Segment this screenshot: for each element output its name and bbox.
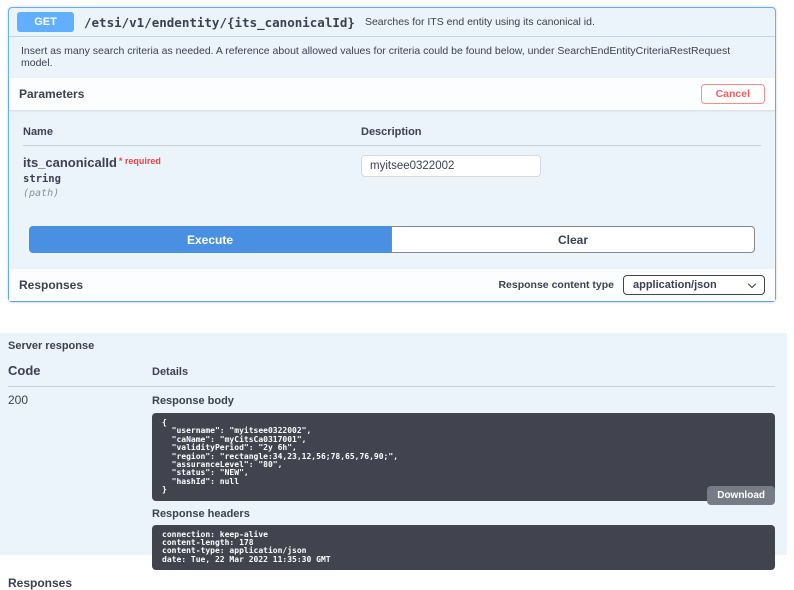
column-header-description: Description [361, 126, 422, 138]
response-status-code: 200 [8, 393, 152, 570]
parameters-section-header: Parameters Cancel [9, 78, 775, 110]
response-headers-label: Response headers [152, 508, 775, 520]
parameter-location: (path) [23, 188, 361, 199]
endpoint-summary: Searches for ITS end entity using its ca… [365, 16, 595, 28]
cancel-button[interactable]: Cancel [701, 84, 765, 104]
parameters-table-header: Name Description [23, 120, 761, 146]
response-details-cell: Response body { "username": "myitsee0322… [152, 393, 775, 570]
column-header-code: Code [8, 363, 152, 378]
download-button[interactable]: Download [707, 486, 775, 505]
response-content-type-select[interactable]: application/json [623, 275, 765, 295]
execute-button-group: Execute Clear [29, 226, 755, 253]
responses-section-header: Responses Response content type applicat… [9, 269, 775, 301]
http-method-badge: GET [17, 12, 74, 32]
server-response-table-header: Code Details [8, 363, 775, 387]
chevron-down-icon [748, 279, 756, 287]
responses-title: Responses [19, 278, 83, 292]
response-content-type-value: application/json [633, 279, 717, 291]
parameter-name-cell: its_canonicalId* required string (path) [23, 155, 361, 199]
operation-summary[interactable]: GET /etsi/v1/endentity/{its_canonicalId}… [9, 8, 775, 37]
execute-button[interactable]: Execute [29, 226, 391, 253]
operation-block-get: GET /etsi/v1/endentity/{its_canonicalId}… [8, 7, 776, 302]
response-body-label: Response body [152, 395, 775, 407]
responses-footer-title: Responses [8, 570, 775, 590]
parameter-type: string [23, 173, 361, 185]
server-response-row: 200 Response body { "username": "myitsee… [8, 387, 775, 570]
required-badge: * required [119, 156, 161, 166]
column-header-details: Details [152, 366, 188, 378]
response-body-code: { "username": "myitsee0322002", "caName"… [162, 419, 765, 495]
response-content-type-wrap: Response content type application/json [498, 275, 765, 295]
response-headers-code: connection: keep-alive content-length: 1… [162, 531, 765, 565]
response-body-block: { "username": "myitsee0322002", "caName"… [152, 413, 775, 501]
server-response-section: Server response Code Details 200 Respons… [0, 333, 787, 555]
parameter-row: its_canonicalId* required string (path) [23, 146, 761, 199]
parameter-name: its_canonicalId* required [23, 155, 361, 170]
operation-description: Insert as many search criteria as needed… [9, 37, 775, 78]
parameter-description-cell [361, 155, 541, 199]
parameters-table: Name Description its_canonicalId* requir… [9, 110, 775, 253]
clear-button[interactable]: Clear [391, 226, 755, 253]
server-response-title: Server response [8, 340, 775, 363]
column-header-name: Name [23, 126, 361, 138]
response-content-type-label: Response content type [498, 279, 614, 291]
endpoint-path: /etsi/v1/endentity/{its_canonicalId} [84, 15, 355, 30]
response-headers-block: connection: keep-alive content-length: 1… [152, 525, 775, 571]
parameters-title: Parameters [19, 87, 84, 101]
its-canonicalid-input[interactable] [361, 155, 541, 177]
